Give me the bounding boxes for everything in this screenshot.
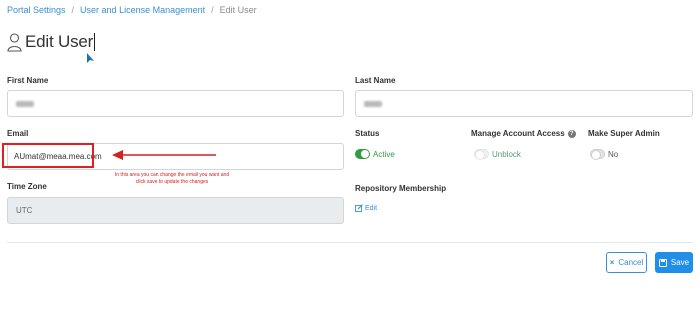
manage-account-access-label: Manage Account Access [471, 129, 565, 138]
redacted-value [16, 100, 34, 107]
first-name-input[interactable] [7, 90, 344, 117]
repository-edit-link[interactable]: Edit [355, 204, 377, 212]
page-title: Edit User [25, 32, 94, 51]
first-name-label: First Name [7, 76, 49, 85]
manage-access-toggle-row: Unblock [474, 149, 521, 160]
time-zone-label: Time Zone [7, 182, 47, 191]
repository-membership-label: Repository Membership [355, 184, 447, 193]
breadcrumb-separator: / [211, 5, 214, 15]
user-icon [7, 32, 22, 52]
text-caret [94, 33, 96, 51]
super-admin-toggle[interactable] [590, 149, 605, 160]
make-super-admin-label: Make Super Admin [588, 129, 660, 138]
breadcrumb: Portal Settings / User and License Managem… [7, 5, 257, 15]
breadcrumb-user-license-management[interactable]: User and License Management [80, 5, 205, 15]
cancel-button[interactable]: × Cancel [606, 252, 647, 273]
last-name-label: Last Name [355, 76, 396, 85]
time-zone-value: UTC [16, 206, 33, 215]
status-toggle-row: Active [355, 149, 395, 159]
breadcrumb-portal-settings[interactable]: Portal Settings [7, 5, 66, 15]
mouse-cursor-icon [87, 53, 94, 63]
divider [7, 242, 693, 243]
breadcrumb-separator: / [71, 5, 75, 15]
status-toggle[interactable] [355, 149, 370, 159]
breadcrumb-current: Edit User [219, 5, 257, 15]
time-zone-input: UTC [7, 197, 344, 224]
manage-account-access-label-row: Manage Account Access ? [471, 129, 576, 138]
save-icon [658, 258, 667, 267]
edit-icon [355, 204, 363, 212]
info-icon[interactable]: ? [567, 129, 576, 138]
status-label: Status [355, 129, 380, 138]
annotation-arrow-icon [112, 150, 216, 160]
status-toggle-text: Active [373, 149, 395, 159]
redacted-value [364, 100, 382, 107]
save-button-label: Save [670, 258, 690, 267]
email-label: Email [7, 129, 29, 138]
annotation-highlight-box [2, 143, 94, 168]
cancel-button-label: Cancel [618, 258, 644, 267]
repository-edit-label: Edit [365, 204, 378, 212]
manage-access-toggle [474, 149, 489, 160]
super-admin-toggle-text: No [608, 149, 619, 159]
manage-access-toggle-text: Unblock [492, 149, 521, 159]
page-header: Edit User [7, 32, 96, 52]
annotation-note: In this area you can change the email yo… [114, 172, 230, 185]
save-button[interactable]: Save [655, 252, 693, 273]
last-name-input[interactable] [355, 90, 693, 117]
super-admin-toggle-row: No [590, 149, 619, 160]
close-icon: × [609, 258, 615, 267]
